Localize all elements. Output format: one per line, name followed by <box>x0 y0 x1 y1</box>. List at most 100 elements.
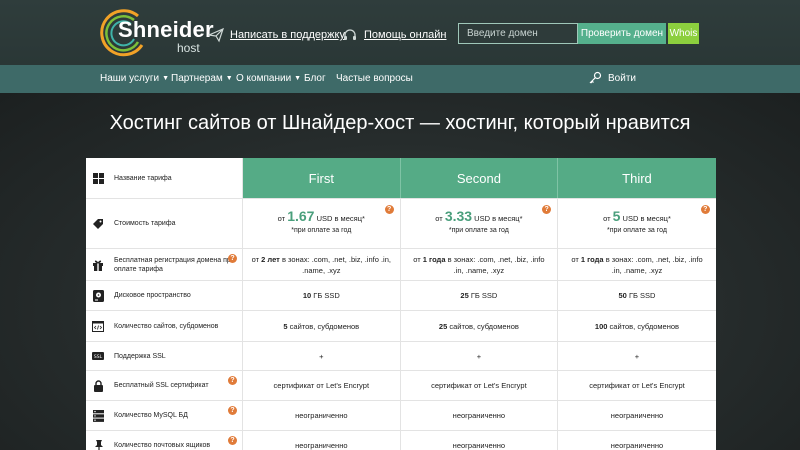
sites-unit: сайтов, субдоменов <box>289 321 360 331</box>
plan-name-third: Third <box>558 158 716 198</box>
row-label-text: Бесплатный SSL сертификат <box>114 382 209 389</box>
mysql-cell: неограниченно <box>243 401 401 430</box>
nav-item-label: О компании <box>236 73 292 84</box>
domain-search-form: Проверить домен Whois <box>458 23 699 44</box>
domain-prefix: от <box>251 254 260 264</box>
sites-value: 5 <box>283 321 288 331</box>
login-button[interactable]: Войти <box>588 71 636 85</box>
help-icon[interactable]: ? <box>228 376 237 385</box>
online-help-link[interactable]: Помощь онлайн <box>342 27 447 43</box>
nav-item-partners[interactable]: Партнерам ▼ <box>171 73 233 84</box>
pricing-table: Название тарифа First Second Third Стоим… <box>86 158 716 450</box>
logo-main-text: Shneider <box>118 17 214 42</box>
main-nav: Наши услуги ▼ Партнерам ▼ О компании ▼ Блог… <box>0 65 800 93</box>
sites-unit: сайтов, субдоменов <box>449 321 519 331</box>
row-label: Бесплатная регистрация домена при оплате… <box>86 249 243 280</box>
pin-icon <box>92 439 104 450</box>
table-row: Количество почтовых ящиков ? неограничен… <box>86 431 716 450</box>
row-label-text: Поддержка SSL <box>114 352 166 360</box>
row-label: Название тарифа <box>86 158 243 198</box>
mailboxes-cell: неограниченно <box>401 431 559 450</box>
page-title: Хостинг сайтов от Шнайдер-хост — хостинг… <box>109 112 691 134</box>
help-icon[interactable]: ? <box>228 254 237 263</box>
support-link-label: Написать в поддержку <box>230 29 345 41</box>
row-label: Бесплатный SSL сертификат ? <box>86 371 243 400</box>
price-prefix: от <box>277 214 286 223</box>
row-label-text: Название тарифа <box>114 174 172 182</box>
table-row: Количество MySQL БД ? неограниченно неог… <box>86 401 716 431</box>
price-value: 1.67 <box>287 208 315 224</box>
site-logo[interactable]: Shneider host <box>98 7 214 59</box>
domain-input[interactable] <box>458 23 578 44</box>
domain-period: 1 года <box>422 254 446 264</box>
grid-icon <box>92 172 104 184</box>
free-ssl-cell: сертификат от Let's Encrypt <box>589 381 685 390</box>
table-row: Бесплатный SSL сертификат ? сертификат о… <box>86 371 716 401</box>
nav-item-about[interactable]: О компании ▼ <box>236 73 301 84</box>
support-link[interactable]: Написать в поддержку <box>208 27 345 43</box>
nav-item-label: Блог <box>304 73 326 84</box>
sites-unit: сайтов, субдоменов <box>609 321 680 331</box>
logo-sub-text: host <box>177 41 200 55</box>
nav-item-label: Наши услуги <box>100 73 160 84</box>
free-ssl-cell: сертификат от Let's Encrypt <box>401 371 559 400</box>
row-label: SSL Поддержка SSL <box>86 342 243 370</box>
row-label-text: Стоимость тарифа <box>114 220 176 227</box>
row-label-text: Количество почтовых ящиков <box>114 442 211 449</box>
nav-item-label: Частые вопросы <box>336 73 413 84</box>
ssl-cell: + <box>243 342 401 370</box>
table-row: Количество сайтов, субдоменов 5 сайтов, … <box>86 311 716 342</box>
plan-name-second: Second <box>400 158 559 198</box>
price-suffix: USD в месяц* <box>316 214 365 223</box>
help-icon[interactable]: ? <box>228 406 237 415</box>
price-suffix: USD в месяц* <box>622 214 671 223</box>
mysql-cell: неограниченно <box>610 411 664 420</box>
nav-item-blog[interactable]: Блог <box>304 73 326 84</box>
row-label: Стоимость тарифа <box>86 199 243 248</box>
domain-prefix: от <box>571 254 579 264</box>
gift-icon <box>92 259 104 271</box>
row-label-text: Дисковое пространство <box>114 292 191 299</box>
help-icon[interactable]: ? <box>542 205 552 214</box>
nav-item-faq[interactable]: Частые вопросы <box>336 73 413 84</box>
table-row: Бесплатная регистрация домена при оплате… <box>86 249 716 281</box>
price-cell: ? от 1.67 USD в месяц* *при оплате за го… <box>243 199 401 248</box>
domain-zones: в зонах: .com, .net, .biz, .info .in, .n… <box>281 254 391 275</box>
row-label: Количество почтовых ящиков ? <box>86 431 243 450</box>
key-icon <box>589 71 602 84</box>
price-cell: ? от 5 USD в месяц* *при оплате за год <box>558 199 716 248</box>
domain-cell: от 2 лет в зонах: .com, .net, .biz, .inf… <box>243 249 401 280</box>
mailboxes-cell: неограниченно <box>243 431 401 450</box>
login-label: Войти <box>608 72 636 84</box>
price-value: 5 <box>612 208 621 224</box>
help-icon[interactable]: ? <box>384 205 394 214</box>
disk-value: 25 <box>460 291 469 300</box>
row-label-text: Количество MySQL БД <box>114 412 188 419</box>
domain-cell: от 1 года в зонах: .com, .net, .biz, .in… <box>401 249 559 280</box>
check-domain-button[interactable]: Проверить домен <box>578 23 666 44</box>
price-suffix: USD в месяц* <box>474 214 523 223</box>
help-icon[interactable]: ? <box>228 436 237 445</box>
domain-period: 2 лет <box>261 254 280 264</box>
free-ssl-cell: сертификат от Let's Encrypt <box>243 371 401 400</box>
ssl-badge-icon: SSL <box>92 350 104 362</box>
disk-cell: 50 ГБ SSD <box>558 281 716 310</box>
disk-value: 10 <box>302 291 312 300</box>
nav-item-services[interactable]: Наши услуги ▼ <box>100 73 169 84</box>
domain-prefix: от <box>413 254 421 264</box>
price-note: *при оплате за год <box>448 227 509 234</box>
disk-unit: ГБ SSD <box>470 291 498 300</box>
ssl-cell: + <box>634 351 640 361</box>
row-label: Дисковое пространство <box>86 281 243 310</box>
whois-button[interactable]: Whois <box>668 23 699 44</box>
price-value: 3.33 <box>444 208 473 224</box>
help-icon[interactable]: ? <box>700 205 710 214</box>
code-window-icon <box>92 320 104 332</box>
price-prefix: от <box>435 214 443 223</box>
domain-zones: в зонах: .com, .net, .biz, .info .in, .n… <box>447 254 545 275</box>
table-row: Стоимость тарифа ? от 1.67 USD в месяц* … <box>86 199 716 249</box>
ssl-cell: + <box>401 342 559 370</box>
price-note: *при оплате за год <box>606 227 667 234</box>
table-row: Дисковое пространство 10 ГБ SSD 25 ГБ SS… <box>86 281 716 311</box>
table-row: SSL Поддержка SSL + + + <box>86 342 716 371</box>
